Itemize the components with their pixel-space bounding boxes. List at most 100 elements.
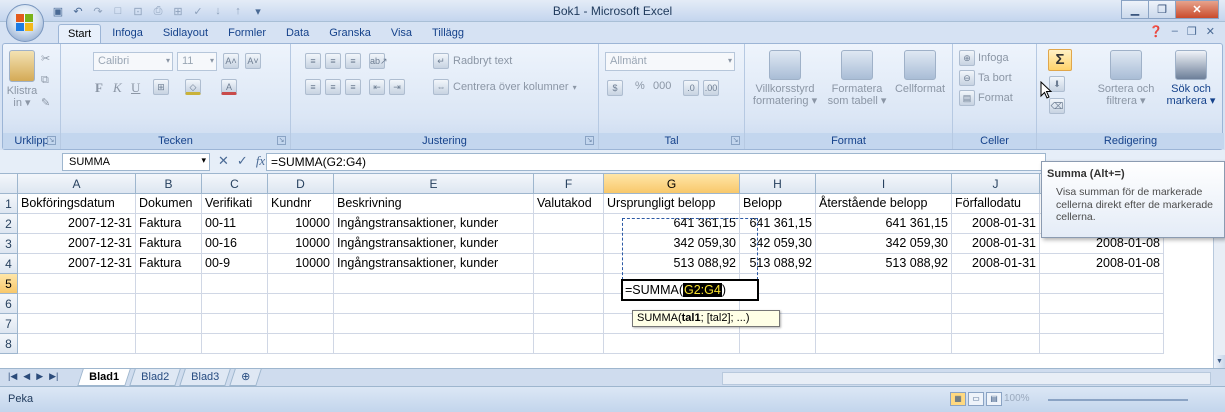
- align-right-icon[interactable]: ≡: [345, 79, 361, 95]
- grid-cell[interactable]: [1040, 334, 1164, 354]
- grid-cell[interactable]: 00-11: [202, 214, 268, 234]
- first-sheet-icon[interactable]: |◀: [8, 371, 17, 382]
- align-center-icon[interactable]: ≡: [325, 79, 341, 95]
- format-painter-icon[interactable]: ✎: [41, 96, 50, 109]
- find-select-button[interactable]: Sök och markera ▾: [1161, 50, 1221, 107]
- grid-cell[interactable]: [202, 314, 268, 334]
- grid-cell[interactable]: 10000: [268, 254, 334, 274]
- grid-cell[interactable]: [534, 234, 604, 254]
- grid-cell[interactable]: [268, 334, 334, 354]
- insert-cells-button[interactable]: ⊕ Infoga: [959, 50, 1009, 66]
- tab-infoga[interactable]: Infoga: [103, 24, 152, 44]
- column-header-b[interactable]: B: [136, 174, 202, 194]
- page-break-view-icon[interactable]: ▤: [986, 392, 1002, 406]
- grid-cell[interactable]: 513 088,92: [604, 254, 740, 274]
- sheet-tab-blad1[interactable]: Blad1: [77, 369, 131, 386]
- grow-font-icon[interactable]: A˄: [223, 53, 239, 69]
- maximize-button[interactable]: ❐: [1148, 0, 1176, 19]
- tab-start[interactable]: Start: [58, 24, 102, 44]
- column-header-e[interactable]: E: [334, 174, 534, 194]
- name-box[interactable]: SUMMA ▾: [62, 153, 210, 171]
- column-header-d[interactable]: D: [268, 174, 334, 194]
- currency-icon[interactable]: $: [607, 80, 623, 96]
- grid-cell[interactable]: [202, 294, 268, 314]
- grid-cell[interactable]: 641 361,15: [604, 214, 740, 234]
- bold-button[interactable]: F: [95, 80, 103, 96]
- formula-input[interactable]: =SUMMA(G2:G4): [266, 153, 1046, 171]
- grid-cell[interactable]: [534, 214, 604, 234]
- grid-cell[interactable]: [952, 334, 1040, 354]
- sort-filter-button[interactable]: Sortera och filtrera ▾: [1093, 50, 1159, 107]
- grid-cell[interactable]: [268, 274, 334, 294]
- font-launcher-icon[interactable]: ↘: [277, 136, 286, 145]
- grid-cell[interactable]: [952, 314, 1040, 334]
- grid-cell[interactable]: [816, 274, 952, 294]
- clipboard-launcher-icon[interactable]: ↘: [47, 136, 56, 145]
- grid-cell[interactable]: 00-16: [202, 234, 268, 254]
- align-left-icon[interactable]: ≡: [305, 79, 321, 95]
- row-header-3[interactable]: 3: [0, 234, 18, 254]
- grid-cell[interactable]: 2008-01-31: [952, 254, 1040, 274]
- align-top-icon[interactable]: ≡: [305, 53, 321, 69]
- grid-cell[interactable]: [534, 334, 604, 354]
- grid-cell[interactable]: 10000: [268, 234, 334, 254]
- grid-cell[interactable]: [202, 334, 268, 354]
- tab-tillagg[interactable]: Tillägg: [423, 24, 473, 44]
- row-header-7[interactable]: 7: [0, 314, 18, 334]
- page-layout-view-icon[interactable]: ▭: [968, 392, 984, 406]
- row-header-1[interactable]: 1: [0, 194, 18, 214]
- grid-cell[interactable]: [740, 334, 816, 354]
- grid-cell[interactable]: [604, 334, 740, 354]
- number-launcher-icon[interactable]: ↘: [731, 136, 740, 145]
- column-header-g[interactable]: G: [604, 174, 740, 194]
- insert-function-button[interactable]: fx: [256, 153, 265, 169]
- row-header-8[interactable]: 8: [0, 334, 18, 354]
- format-as-table-button[interactable]: Formatera som tabell ▾: [825, 50, 889, 107]
- grid-cell[interactable]: Ingångstransaktioner, kunder: [334, 254, 534, 274]
- grid-cell[interactable]: [952, 274, 1040, 294]
- column-header-f[interactable]: F: [534, 174, 604, 194]
- tab-sidlayout[interactable]: Sidlayout: [154, 24, 217, 44]
- clear-icon[interactable]: ⌫: [1049, 98, 1065, 114]
- grid-cell[interactable]: 342 059,30: [816, 234, 952, 254]
- column-header-i[interactable]: I: [816, 174, 952, 194]
- copy-icon[interactable]: ⧉: [41, 74, 49, 87]
- header-cell[interactable]: Återstående belopp: [816, 194, 952, 214]
- grid-cell[interactable]: [136, 294, 202, 314]
- header-cell[interactable]: Bokföringsdatum: [18, 194, 136, 214]
- header-cell[interactable]: Beskrivning: [334, 194, 534, 214]
- sheet-tab-blad2[interactable]: Blad2: [129, 369, 181, 386]
- tab-granska[interactable]: Granska: [320, 24, 380, 44]
- tab-data[interactable]: Data: [277, 24, 318, 44]
- grid-cell[interactable]: [334, 294, 534, 314]
- grid-cell[interactable]: [816, 294, 952, 314]
- column-header-j[interactable]: J: [952, 174, 1040, 194]
- grid-cell[interactable]: [18, 314, 136, 334]
- row-header-2[interactable]: 2: [0, 214, 18, 234]
- prev-sheet-icon[interactable]: ◀: [23, 371, 30, 382]
- cell-styles-button[interactable]: Cellformat: [891, 50, 949, 95]
- header-cell[interactable]: Valutakod: [534, 194, 604, 214]
- active-cell-editor[interactable]: =SUMMA(G2:G4): [621, 279, 759, 301]
- ribbon-restore-icon[interactable]: ❐: [1187, 25, 1197, 38]
- row-header-4[interactable]: 4: [0, 254, 18, 274]
- grid-cell[interactable]: 513 088,92: [816, 254, 952, 274]
- tab-formler[interactable]: Formler: [219, 24, 275, 44]
- column-header-a[interactable]: A: [18, 174, 136, 194]
- header-cell[interactable]: Förfallodatu: [952, 194, 1040, 214]
- paste-button[interactable]: Klistra in ▾: [5, 50, 39, 109]
- normal-view-icon[interactable]: ▦: [950, 392, 966, 406]
- format-cells-button[interactable]: ▤ Format: [959, 90, 1013, 106]
- italic-button[interactable]: K: [113, 80, 122, 96]
- header-cell[interactable]: Ursprungligt belopp: [604, 194, 740, 214]
- grid-cell[interactable]: Ingångstransaktioner, kunder: [334, 214, 534, 234]
- grid-cell[interactable]: [534, 274, 604, 294]
- merge-center-button[interactable]: ⇔ Centrera över kolumner ▾: [433, 79, 577, 95]
- conditional-formatting-button[interactable]: Villkorsstyrd formatering ▾: [747, 50, 823, 107]
- grid-cell[interactable]: [18, 334, 136, 354]
- grid-cell[interactable]: Faktura: [136, 254, 202, 274]
- decrease-indent-icon[interactable]: ⇤: [369, 79, 385, 95]
- horizontal-scrollbar[interactable]: [722, 372, 1211, 385]
- cut-icon[interactable]: ✂: [41, 52, 50, 65]
- font-color-icon[interactable]: A: [221, 79, 237, 95]
